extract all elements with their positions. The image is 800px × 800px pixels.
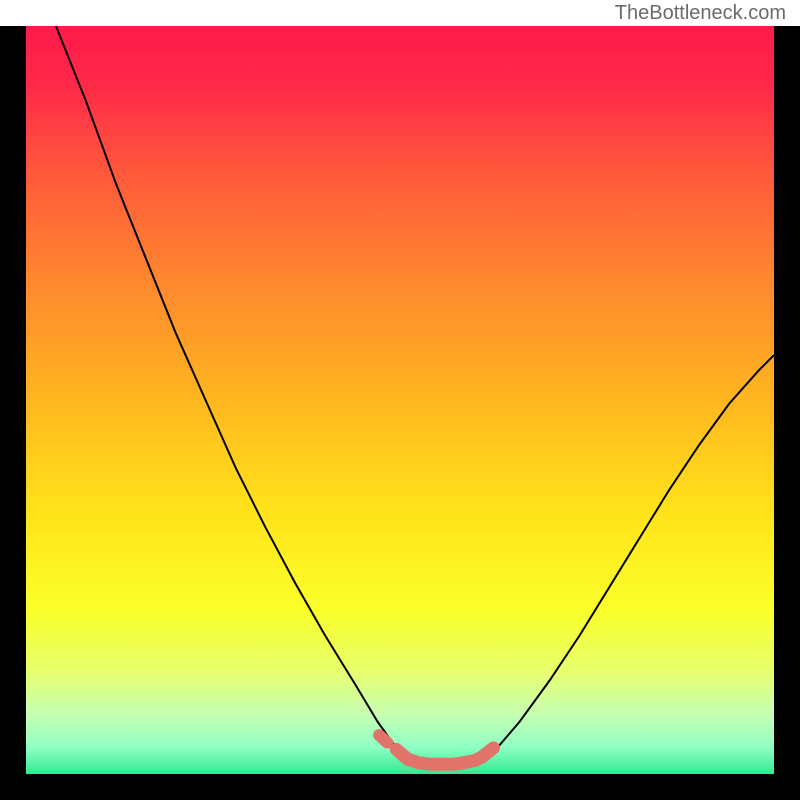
chart-panel [26,26,774,774]
watermark-bar: TheBottleneck.com [0,0,800,26]
outer-frame: TheBottleneck.com [0,0,800,800]
gradient-chart [26,26,774,774]
watermark-text: TheBottleneck.com [615,2,786,24]
gradient-background [26,26,774,774]
series-bottom-highlight-dot-left [379,735,387,742]
